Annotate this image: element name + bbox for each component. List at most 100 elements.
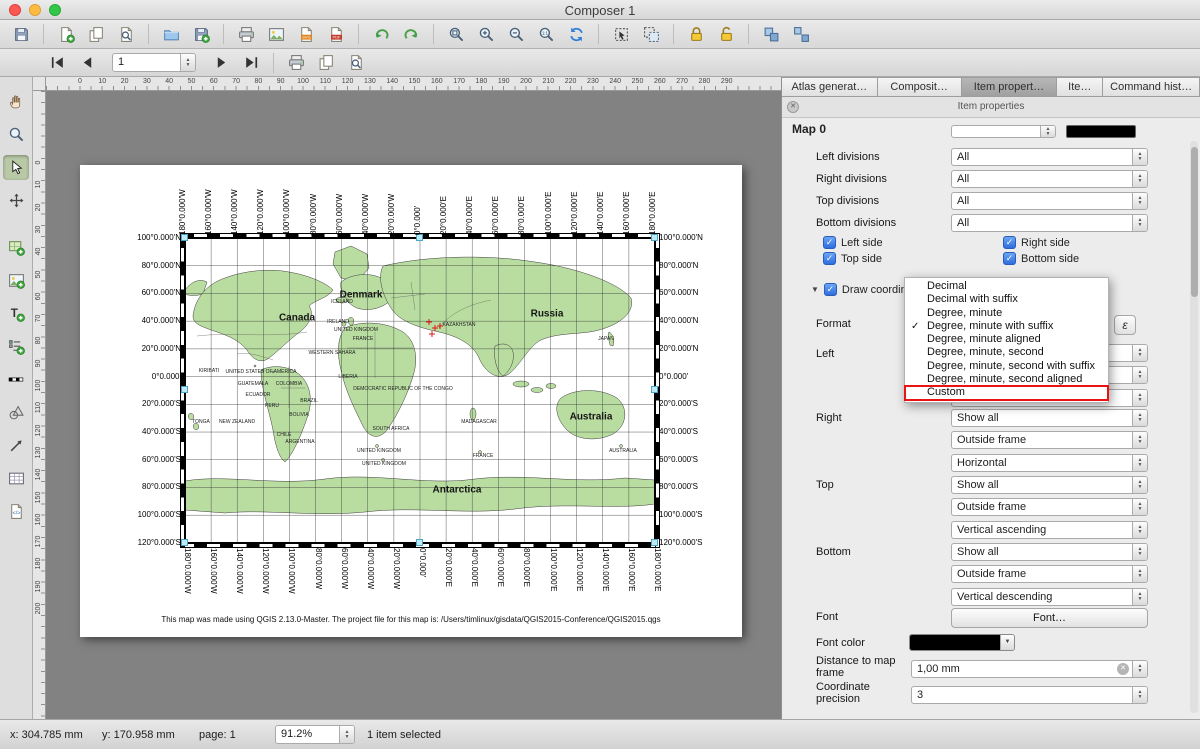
coordinate-precision-field[interactable]: 3 bbox=[911, 686, 1148, 704]
export-atlas-button[interactable] bbox=[313, 51, 339, 75]
selection-handle[interactable] bbox=[181, 539, 188, 546]
add-map-tool[interactable] bbox=[3, 235, 29, 260]
export-image-button[interactable] bbox=[263, 22, 289, 46]
composer-manager-button[interactable] bbox=[113, 22, 139, 46]
save-project-button[interactable] bbox=[8, 22, 34, 46]
deselect-items-button[interactable] bbox=[638, 22, 664, 46]
tab-atlas-generat[interactable]: Atlas generat… bbox=[782, 77, 878, 97]
top-divisions-combo[interactable]: All bbox=[951, 192, 1148, 210]
menu-item-degree-minute-second-with-suffix[interactable]: Degree, minute, second with suffix bbox=[905, 360, 1108, 373]
save-template-button[interactable] bbox=[188, 22, 214, 46]
bottom-side-checkbox[interactable] bbox=[1003, 252, 1016, 265]
menu-item-degree-minute-second-aligned[interactable]: Degree, minute, second aligned bbox=[905, 373, 1108, 386]
menu-item-degree-minute-with-suffix[interactable]: Degree, minute with suffix bbox=[905, 320, 1108, 333]
zoom-tool[interactable] bbox=[3, 122, 29, 147]
right-position-combo[interactable]: Outside frame bbox=[951, 431, 1148, 449]
print-button[interactable] bbox=[233, 22, 259, 46]
add-html-tool[interactable]: </> bbox=[3, 499, 29, 524]
zoom-in-button[interactable] bbox=[473, 22, 499, 46]
selection-handle[interactable] bbox=[651, 539, 658, 546]
font-color-widget[interactable] bbox=[909, 634, 1015, 651]
font-color-swatch[interactable] bbox=[910, 635, 1000, 650]
tab-ite[interactable]: Ite… bbox=[1057, 77, 1103, 97]
zoom-out-button[interactable] bbox=[503, 22, 529, 46]
clear-value-icon[interactable] bbox=[1117, 663, 1129, 675]
add-image-tool[interactable] bbox=[3, 268, 29, 293]
panel-scrollbar[interactable] bbox=[1190, 141, 1198, 713]
composer-canvas[interactable]: CanadaDenmarkRussiaAustraliaAntarcticaIC… bbox=[46, 91, 781, 719]
font-button[interactable]: Font… bbox=[951, 608, 1148, 628]
add-shape-tool[interactable] bbox=[3, 400, 29, 425]
menu-item-degree-minute-second[interactable]: Degree, minute, second bbox=[905, 346, 1108, 359]
grid-line-color-swatch[interactable] bbox=[1066, 125, 1136, 138]
right-direction-combo[interactable]: Horizontal bbox=[951, 454, 1148, 472]
distance-to-map-frame-field[interactable]: 1,00 mm bbox=[911, 660, 1148, 678]
new-composer-button[interactable] bbox=[53, 22, 79, 46]
lock-items-button[interactable] bbox=[683, 22, 709, 46]
selection-handle[interactable] bbox=[651, 386, 658, 393]
print-atlas-button[interactable] bbox=[283, 51, 309, 75]
selection-handle[interactable] bbox=[181, 386, 188, 393]
add-label-tool[interactable]: T bbox=[3, 301, 29, 326]
preview-atlas-button[interactable] bbox=[343, 51, 369, 75]
add-arrow-tool[interactable] bbox=[3, 433, 29, 458]
select-move-item-tool[interactable] bbox=[3, 155, 29, 180]
expression-button[interactable] bbox=[1114, 315, 1136, 335]
selection-handle[interactable] bbox=[181, 234, 188, 241]
bottom-divisions-combo[interactable]: All bbox=[951, 214, 1148, 232]
tab-command-hist[interactable]: Command hist… bbox=[1103, 77, 1200, 97]
group-items-button[interactable] bbox=[758, 22, 784, 46]
grid-style-combo[interactable] bbox=[951, 125, 1056, 138]
duplicate-composer-button[interactable] bbox=[83, 22, 109, 46]
right-divisions-combo[interactable]: All bbox=[951, 170, 1148, 188]
tab-composit[interactable]: Composit… bbox=[878, 77, 962, 97]
right-side-checkbox[interactable] bbox=[1003, 236, 1016, 249]
left-divisions-combo[interactable]: All bbox=[951, 148, 1148, 166]
selection-handle[interactable] bbox=[651, 234, 658, 241]
top-mode-combo[interactable]: Show all bbox=[951, 476, 1148, 494]
export-svg-button[interactable]: SVG bbox=[293, 22, 319, 46]
atlas-last-feature-button[interactable] bbox=[238, 51, 264, 75]
export-pdf-button[interactable]: PDF bbox=[323, 22, 349, 46]
top-direction-combo[interactable]: Vertical ascending bbox=[951, 521, 1148, 539]
atlas-previous-feature-button[interactable] bbox=[74, 51, 100, 75]
atlas-next-feature-button[interactable] bbox=[208, 51, 234, 75]
bottom-position-combo[interactable]: Outside frame bbox=[951, 565, 1148, 583]
bottom-mode-combo[interactable]: Show all bbox=[951, 543, 1148, 561]
load-template-button[interactable] bbox=[158, 22, 184, 46]
top-position-combo[interactable]: Outside frame bbox=[951, 498, 1148, 516]
pan-tool[interactable] bbox=[3, 89, 29, 114]
atlas-first-feature-button[interactable] bbox=[44, 51, 70, 75]
add-table-tool[interactable] bbox=[3, 466, 29, 491]
redo-button[interactable] bbox=[398, 22, 424, 46]
bottom-direction-combo[interactable]: Vertical descending bbox=[951, 588, 1148, 606]
atlas-page-combo[interactable]: 1 bbox=[112, 53, 196, 72]
ungroup-items-button[interactable] bbox=[788, 22, 814, 46]
move-item-content-tool[interactable] bbox=[3, 188, 29, 213]
map-item[interactable]: CanadaDenmarkRussiaAustraliaAntarcticaIC… bbox=[185, 238, 655, 543]
menu-item-decimal-with-suffix[interactable]: Decimal with suffix bbox=[905, 293, 1108, 306]
zoom-full-button[interactable] bbox=[443, 22, 469, 46]
top-side-checkbox[interactable] bbox=[823, 252, 836, 265]
menu-item-decimal[interactable]: Decimal bbox=[905, 280, 1108, 293]
add-legend-tool[interactable] bbox=[3, 334, 29, 359]
collapse-arrow-icon[interactable] bbox=[811, 285, 819, 294]
add-scalebar-tool[interactable] bbox=[3, 367, 29, 392]
tab-item-propert[interactable]: Item propert… bbox=[962, 77, 1058, 97]
menu-item-degree-minute-aligned[interactable]: Degree, minute aligned bbox=[905, 333, 1108, 346]
draw-coordinates-checkbox[interactable] bbox=[824, 283, 837, 296]
scrollbar-thumb[interactable] bbox=[1191, 147, 1198, 297]
right-mode-combo[interactable]: Show all bbox=[951, 409, 1148, 427]
undo-button[interactable] bbox=[368, 22, 394, 46]
zoom-level-combo[interactable]: 91.2% bbox=[275, 725, 355, 744]
unlock-items-button[interactable] bbox=[713, 22, 739, 46]
selection-handle[interactable] bbox=[416, 539, 423, 546]
refresh-view-button[interactable] bbox=[563, 22, 589, 46]
zoom-actual-button[interactable]: 1:1 bbox=[533, 22, 559, 46]
close-panel-icon[interactable] bbox=[787, 101, 799, 113]
menu-item-custom[interactable]: Custom bbox=[905, 386, 1108, 399]
menu-item-degree-minute[interactable]: Degree, minute bbox=[905, 307, 1108, 320]
selection-handle[interactable] bbox=[416, 234, 423, 241]
left-side-checkbox[interactable] bbox=[823, 236, 836, 249]
select-items-button[interactable] bbox=[608, 22, 634, 46]
